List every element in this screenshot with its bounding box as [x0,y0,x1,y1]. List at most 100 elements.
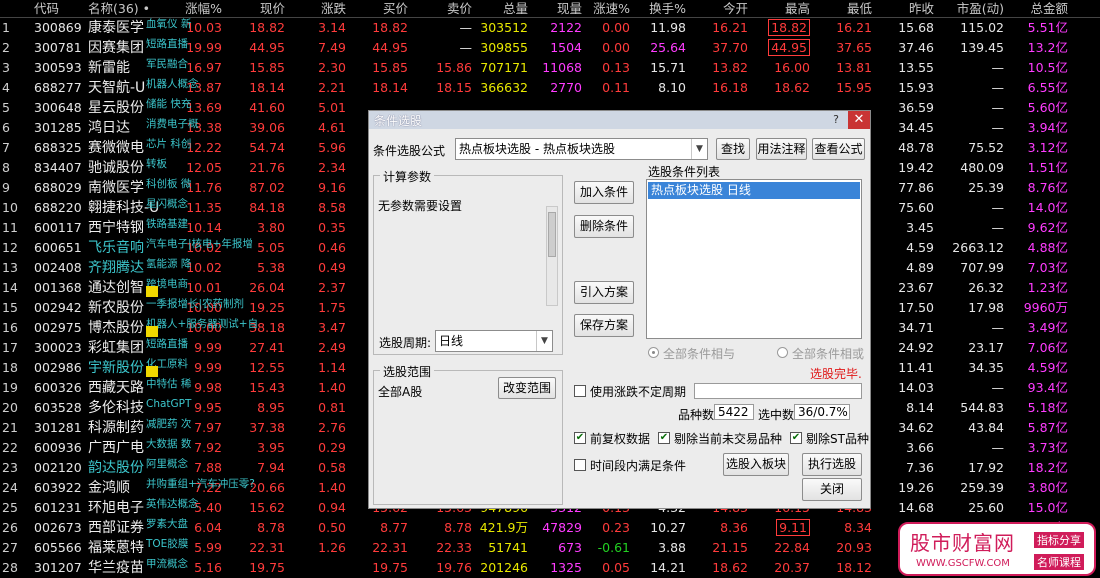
cell-cur: 673 [558,540,582,555]
uncertain-period-field[interactable] [694,383,862,399]
cell-chg: 0.49 [318,260,346,275]
column-header[interactable]: 换手% [634,0,686,18]
radio-and[interactable] [648,347,659,358]
cell-n: 11 [2,220,18,235]
concept-tag: 中特估 稀 [146,378,192,390]
scroll-thumb[interactable] [548,212,556,257]
cell-chg: 2.76 [318,420,346,435]
cell-bid: 19.75 [372,560,408,575]
cell-n: 14 [2,280,18,295]
concept-tag: 阿里概念 [146,458,188,470]
concept-tag: 氢能源 降 [146,258,192,270]
concept-tag: 铁路基建 [146,218,188,230]
cell-prev: 17.50 [898,300,934,315]
column-header[interactable]: 总金额 [1008,0,1068,18]
cell-code: 605566 [34,540,82,555]
column-header[interactable]: 涨速% [586,0,630,18]
uncertain-period-checkbox[interactable] [574,385,586,397]
cell-open: 16.21 [712,20,748,35]
list-item[interactable]: 热点板块选股 日线 [648,182,860,199]
column-header[interactable]: 现量 [530,0,582,18]
close-icon[interactable]: ✕ [848,111,870,129]
dialog-titlebar: 条件选股 ? ✕ [369,111,870,129]
formula-select[interactable]: 热点板块选股 - 热点板块选股 ▼ [455,138,708,160]
cell-chg: 5.01 [318,100,346,115]
cell-code: 301285 [34,120,82,135]
cell-high: 22.84 [774,540,810,555]
cell-n: 12 [2,240,18,255]
column-header[interactable]: 今开 [690,0,748,18]
exclude-today-checkbox[interactable]: ✔ [658,432,670,444]
cell-amt: 5.60亿 [1027,100,1068,115]
help-icon[interactable]: ? [828,113,844,127]
concept-tag: 英伟达概念 [146,498,199,510]
cell-open: 18.62 [712,560,748,575]
cell-low: 37.65 [836,40,872,55]
cell-chg: 4.61 [318,120,346,135]
cell-pe: — [991,60,1005,75]
params-scrollbar[interactable] [546,206,558,306]
condition-list[interactable]: 热点板块选股 日线 [646,179,862,339]
cell-code: 834407 [34,160,82,175]
import-plan-button[interactable]: 引入方案 [574,281,634,304]
column-header[interactable]: 买价 [350,0,408,18]
dialog-title: 条件选股 [374,114,423,128]
to-board-button[interactable]: 选股入板块 [723,453,789,476]
cell-cur: 2770 [550,80,582,95]
cell-ask: — [459,40,473,55]
column-header[interactable]: 涨跌 [288,0,346,18]
cell-low: 8.34 [844,520,872,535]
period-select[interactable]: 日线 ▼ [435,330,553,352]
cell-chg: 8.58 [318,200,346,215]
cell-n: 18 [2,360,18,375]
cell-bid: 18.82 [372,20,408,35]
exclude-st-checkbox[interactable]: ✔ [790,432,802,444]
cell-prev: 11.41 [898,360,934,375]
change-range-button[interactable]: 改变范围 [498,377,556,399]
cell-chg: 1.14 [318,360,346,375]
concept-tag: 星闪概念 [146,198,188,210]
cell-amt: 3.73亿 [1027,440,1068,455]
find-button[interactable]: 查找 [716,138,750,160]
cell-pe: 23.17 [968,340,1004,355]
params-group-label: 计算参数 [380,168,435,185]
close-button[interactable]: 关闭 [802,478,862,501]
cell-amt: 5.18亿 [1027,400,1068,415]
save-plan-button[interactable]: 保存方案 [574,314,634,337]
cell-amt: 3.12亿 [1027,140,1068,155]
cell-chg: 0.29 [318,440,346,455]
cell-high: 16.00 [774,60,810,75]
view-formula-button[interactable]: 查看公式 [812,138,865,160]
highlight-box: 18.82 [768,19,810,36]
column-header[interactable]: 市盈(动) [938,0,1004,18]
column-header[interactable]: 昨收 [876,0,934,18]
cell-cur: 47829 [542,520,582,535]
time-range-checkbox[interactable] [574,459,586,471]
restore-checkbox[interactable]: ✔ [574,432,586,444]
cell-code: 603528 [34,400,82,415]
cell-high: 44.95 [752,38,810,58]
cell-amt: 4.88亿 [1027,240,1068,255]
column-header[interactable]: 代码 [34,0,84,18]
usage-button[interactable]: 用法注释 [756,138,807,160]
condition-select-dialog: 条件选股 ? ✕ 条件选股公式 热点板块选股 - 热点板块选股 ▼ 查找 用法注… [368,110,871,509]
cell-open: 13.82 [712,60,748,75]
cell-turn: 11.98 [650,20,686,35]
delete-condition-button[interactable]: 删除条件 [574,215,634,238]
column-header[interactable]: 最低 [814,0,872,18]
cell-high: 20.37 [774,560,810,575]
cell-amt: 15.0亿 [1027,500,1068,515]
cell-pe: 544.83 [960,400,1004,415]
cell-open: 21.15 [712,540,748,555]
radio-or[interactable] [777,347,788,358]
cell-chg: 3.47 [318,320,346,335]
cell-chg: 0.50 [318,520,346,535]
concept-tag: 罗素大盘 [146,518,188,530]
add-condition-button[interactable]: 加入条件 [574,181,634,204]
hit-field: 36/0.7% [794,404,850,420]
column-header[interactable]: 最高 [752,0,810,18]
cell-vol: 51741 [488,540,528,555]
column-header[interactable]: 卖价 [412,0,472,18]
column-header[interactable]: 总量 [476,0,528,18]
run-select-button[interactable]: 执行选股 [802,453,862,476]
